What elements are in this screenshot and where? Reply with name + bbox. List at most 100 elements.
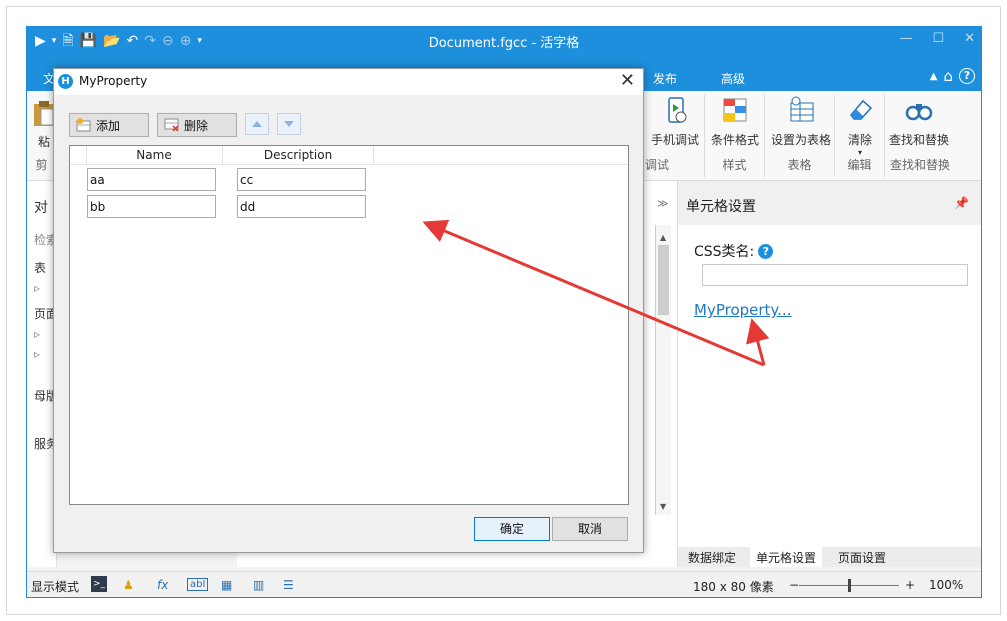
- myproperty-dialog: H MyProperty ✕ 添加 删除 Name Description aa…: [53, 68, 644, 553]
- textbox-icon[interactable]: abI: [187, 578, 209, 591]
- binoculars-icon: [905, 104, 933, 121]
- paste-button[interactable]: 粘: [33, 101, 55, 150]
- cell-settings-panel: 单元格设置 📌 CSS类名:? MyProperty... 数据绑定 单元格设置…: [677, 181, 981, 567]
- home-icon[interactable]: ⌂: [943, 67, 953, 85]
- user-icon[interactable]: ♟: [123, 578, 134, 592]
- panel-collapse-icon[interactable]: ≫: [657, 197, 669, 210]
- object-panel-title: 对: [34, 200, 48, 216]
- set-as-table-icon: [790, 96, 814, 122]
- delete-button[interactable]: 删除: [157, 113, 237, 137]
- formula-icon[interactable]: fx: [157, 578, 168, 592]
- tab-page-settings[interactable]: 页面设置: [838, 549, 886, 566]
- dialog-close-button[interactable]: ✕: [620, 70, 635, 91]
- scroll-thumb[interactable]: [658, 245, 669, 315]
- zoom-out-button[interactable]: −: [789, 578, 799, 592]
- table-group: 设置为表格 表格: [765, 95, 835, 177]
- add-row-icon: [76, 118, 91, 132]
- myproperty-link[interactable]: MyProperty...: [694, 301, 791, 319]
- cell-dimensions: 180 x 80 像素: [693, 580, 774, 594]
- conditional-format-icon: [723, 98, 747, 122]
- clipboard-group-label: 剪: [35, 158, 48, 172]
- grid-header: Name Description: [70, 146, 628, 165]
- description-cell[interactable]: cc: [237, 168, 366, 191]
- tree-expand-icon[interactable]: ▹: [34, 327, 40, 341]
- menu-right-icons: ▲ ⌂ ?: [930, 67, 975, 85]
- clear-label: 清除: [847, 133, 872, 147]
- right-panel-tabs: 数据绑定 单元格设置 页面设置: [678, 547, 981, 567]
- mobile-debug-icon: [668, 97, 687, 123]
- mobile-debug-button[interactable]: 手机调试: [651, 95, 699, 148]
- zoom-level: 100%: [929, 578, 964, 592]
- conditional-format-button[interactable]: 条件格式: [711, 95, 759, 148]
- property-grid: Name Description aa cc bb dd: [69, 145, 629, 505]
- scroll-up-icon[interactable]: ▲: [660, 233, 666, 242]
- picture-icon[interactable]: ▦: [221, 578, 232, 592]
- close-button[interactable]: ✕: [964, 31, 975, 46]
- title-bar: ▶ ▾ 🗎 💾 📂 ↶ ↷ ⊖ ⊕ ▾ Document.fgcc - 活字格 …: [27, 27, 981, 63]
- ok-button[interactable]: 确定: [474, 517, 550, 541]
- display-mode-label: 显示模式: [31, 580, 80, 594]
- name-cell[interactable]: aa: [87, 168, 216, 191]
- edit-group-label: 编辑: [847, 158, 872, 172]
- dialog-title-bar: H MyProperty ✕: [54, 69, 643, 95]
- tab-publish[interactable]: 发布: [653, 70, 677, 87]
- app-logo-icon: H: [58, 74, 73, 89]
- eraser-icon: [850, 99, 873, 120]
- css-class-input[interactable]: [702, 264, 968, 286]
- cell-settings-body: CSS类名:? MyProperty...: [678, 225, 981, 547]
- find-replace-button[interactable]: 查找和替换: [889, 95, 949, 148]
- column-header-description: Description: [263, 148, 333, 162]
- paste-label: 粘: [37, 135, 50, 149]
- debug-group: 手机调试 调试: [645, 95, 705, 177]
- collapse-ribbon-icon[interactable]: ▲: [930, 71, 938, 82]
- name-cell[interactable]: bb: [87, 195, 216, 218]
- cell-settings-title: 单元格设置: [686, 199, 756, 215]
- description-cell[interactable]: dd: [237, 195, 366, 218]
- set-as-table-button[interactable]: 设置为表格: [771, 95, 831, 148]
- add-button-label: 添加: [96, 118, 121, 133]
- move-up-button[interactable]: [245, 113, 269, 135]
- arrow-up-icon: [252, 121, 262, 127]
- help-icon[interactable]: ?: [959, 68, 975, 84]
- maximize-button[interactable]: ☐: [932, 31, 944, 46]
- add-button[interactable]: 添加: [69, 113, 149, 137]
- window-controls: — ☐ ✕: [899, 31, 975, 46]
- tab-advanced[interactable]: 高级: [721, 70, 745, 87]
- conditional-format-label: 条件格式: [711, 133, 760, 147]
- tree-expand-icon[interactable]: ▹: [34, 281, 40, 295]
- debug-group-label: 调试: [645, 158, 670, 172]
- delete-row-icon: [164, 118, 179, 132]
- layout-icon[interactable]: ☰: [283, 578, 294, 592]
- move-down-button[interactable]: [277, 113, 301, 135]
- status-bar: 显示模式 >_ ♟ fx abI ▦ ▥ ☰ 180 x 80 像素 − + 1…: [27, 571, 981, 597]
- chart-icon[interactable]: ▥: [253, 578, 264, 592]
- console-icon[interactable]: >_: [91, 576, 107, 592]
- delete-button-label: 删除: [184, 118, 209, 133]
- style-group-label: 样式: [722, 158, 747, 172]
- tree-expand-icon[interactable]: ▹: [34, 347, 40, 361]
- dialog-title: MyProperty: [79, 74, 148, 88]
- table-group-label: 表格: [787, 158, 812, 172]
- header-separator: [373, 146, 374, 165]
- pin-icon[interactable]: 📌: [954, 196, 969, 210]
- zoom-in-button[interactable]: +: [905, 578, 915, 592]
- paste-icon: [34, 101, 54, 126]
- cancel-button[interactable]: 取消: [552, 517, 628, 541]
- tab-cell-settings[interactable]: 单元格设置: [750, 547, 823, 567]
- window-title: Document.fgcc - 活字格: [428, 36, 580, 51]
- css-class-row: CSS类名:?: [694, 241, 774, 261]
- minimize-button[interactable]: —: [899, 31, 912, 46]
- tree-section-tables[interactable]: 表: [34, 259, 46, 276]
- zoom-slider-thumb[interactable]: [848, 579, 851, 592]
- column-header-name: Name: [136, 148, 172, 162]
- set-as-table-label: 设置为表格: [771, 133, 832, 147]
- clear-button[interactable]: 清除 ▾: [845, 95, 875, 157]
- tab-data-binding[interactable]: 数据绑定: [688, 549, 736, 566]
- find-group: 查找和替换 查找和替换: [885, 95, 955, 177]
- scroll-down-icon[interactable]: ▼: [660, 502, 666, 511]
- edit-group: 清除 ▾ 编辑: [835, 95, 885, 177]
- vertical-scrollbar[interactable]: ▲ ▼: [655, 225, 671, 515]
- find-replace-label: 查找和替换: [889, 133, 950, 147]
- find-group-label: 查找和替换: [889, 158, 950, 172]
- help-icon[interactable]: ?: [758, 244, 774, 259]
